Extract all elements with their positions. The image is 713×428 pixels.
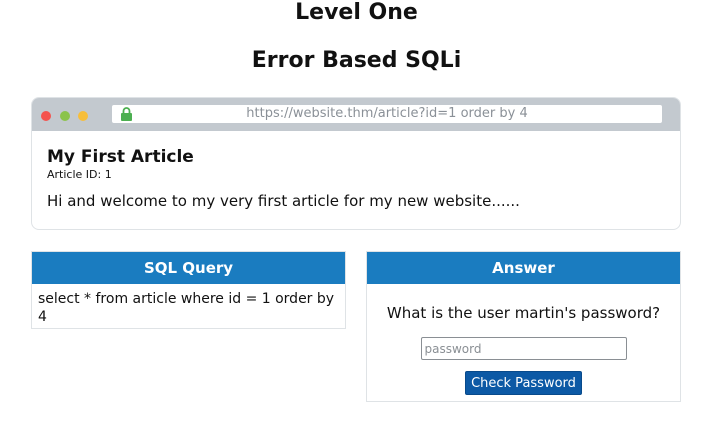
article: My First Article Article ID: 1 Hi and we… <box>47 147 520 210</box>
answer-panel: Answer What is the user martin's passwor… <box>366 251 681 402</box>
article-id: Article ID: 1 <box>47 168 112 181</box>
sql-query-text: select * from article where id = 1 order… <box>38 291 335 325</box>
page-subtitle: Error Based SQLi <box>251 48 462 73</box>
window-maximize-dot <box>60 111 70 121</box>
address-url: https://website.thm/article?id=1 order b… <box>246 106 528 121</box>
check-password-button[interactable]: Check Password <box>465 371 582 395</box>
article-body: Hi and welcome to my very first article … <box>47 192 520 210</box>
window-minimize-dot <box>78 111 88 121</box>
answer-header: Answer <box>367 252 680 284</box>
answer-question: What is the user martin's password? <box>386 304 661 322</box>
address-bar: https://website.thm/article?id=1 order b… <box>112 105 662 123</box>
window-close-dot <box>41 111 51 121</box>
browser-mockup: https://website.thm/article?id=1 order b… <box>31 97 681 230</box>
page-title: Level One <box>295 0 418 25</box>
password-input[interactable] <box>420 337 627 360</box>
browser-toolbar: https://website.thm/article?id=1 order b… <box>32 98 680 131</box>
sql-query-header: SQL Query <box>32 252 345 284</box>
sql-query-panel: SQL Query select * from article where id… <box>31 251 346 329</box>
article-title: My First Article <box>47 147 194 167</box>
